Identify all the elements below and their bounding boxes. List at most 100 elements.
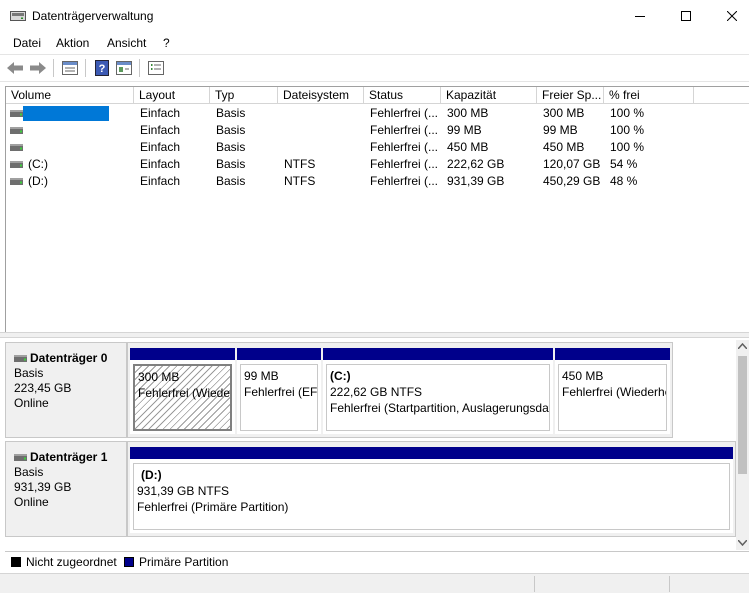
cell-kapazitaet: 99 MB xyxy=(447,123,482,137)
pane-splitter[interactable] xyxy=(0,332,749,338)
cell-layout: Einfach xyxy=(140,123,181,137)
back-button[interactable] xyxy=(6,60,24,76)
partition-size: 931,39 GB NTFS xyxy=(137,484,230,498)
column-header-typ[interactable]: Typ xyxy=(210,87,278,104)
cell-freier-speicher: 450 MB xyxy=(543,140,585,154)
menu-datei[interactable]: Datei xyxy=(13,36,41,50)
back-arrow-icon xyxy=(7,62,23,74)
partition-size: 450 MB xyxy=(562,369,604,383)
toolbar-separator xyxy=(85,59,86,77)
table-row[interactable]: Einfach Basis Fehlerfrei (... 99 MB 99 M… xyxy=(6,122,746,139)
minimize-button[interactable] xyxy=(617,0,663,32)
column-header-empty xyxy=(694,87,749,104)
cell-layout: Einfach xyxy=(140,140,181,154)
partition-status: Fehlerfrei (Primäre Partition) xyxy=(137,500,289,514)
disk-1-state: Online xyxy=(14,495,49,509)
volume-table: Volume Layout Typ Dateisystem Status Kap… xyxy=(5,86,749,332)
list-view-icon xyxy=(62,61,78,75)
show-list-button[interactable] xyxy=(61,60,79,76)
cell-prozent-frei: 100 % xyxy=(610,106,645,120)
volume-icon xyxy=(10,110,23,117)
toolbar: ? xyxy=(0,54,749,82)
disk-0-size: 223,45 GB xyxy=(14,381,72,395)
disk-view-scrollbar[interactable] xyxy=(736,340,749,550)
properties-icon xyxy=(116,61,132,75)
partition-status: Fehlerfrei (Wiederherstellungspartition) xyxy=(138,386,232,400)
cell-layout: Einfach xyxy=(140,157,181,171)
partition-title: (C:) xyxy=(330,369,351,383)
close-button[interactable] xyxy=(709,0,749,32)
partition-info: 300 MB Fehlerfrei (Wiederherstellungspar… xyxy=(133,364,232,431)
partition-title: (D:) xyxy=(141,468,162,482)
cell-kapazitaet: 450 MB xyxy=(447,140,489,154)
partition-bar xyxy=(237,348,321,360)
help-button[interactable]: ? xyxy=(93,60,111,76)
selected-volume-highlight xyxy=(23,106,109,121)
table-row[interactable]: (C:) Einfach Basis NTFS Fehlerfrei (... … xyxy=(6,156,746,173)
menu-help[interactable]: ? xyxy=(163,36,170,50)
cell-status: Fehlerfrei (... xyxy=(370,123,439,137)
column-header-dateisystem[interactable]: Dateisystem xyxy=(278,87,364,104)
partition-c[interactable]: (C:) 222,62 GB NTFS Fehlerfrei (Startpar… xyxy=(323,348,553,434)
column-header-freier-speicher[interactable]: Freier Sp... xyxy=(537,87,604,104)
menu-bar: Datei Aktion Ansicht ? xyxy=(0,32,749,52)
table-row[interactable]: Einfach Basis Fehlerfrei (... 450 MB 450… xyxy=(6,139,746,156)
disk-management-icon xyxy=(10,11,26,21)
legend-swatch-primary xyxy=(124,557,134,567)
partition-recovery-1[interactable]: 300 MB Fehlerfrei (Wiederherstellungspar… xyxy=(130,348,235,434)
cell-kapazitaet: 931,39 GB xyxy=(447,174,505,188)
disk-icon xyxy=(14,454,27,461)
properties-button[interactable] xyxy=(115,60,133,76)
table-row[interactable]: (D:) Einfach Basis NTFS Fehlerfrei (... … xyxy=(6,173,746,190)
column-header-status[interactable]: Status xyxy=(364,87,441,104)
partition-recovery-2[interactable]: 450 MB Fehlerfrei (Wiederherstellungspar… xyxy=(555,348,670,434)
cell-freier-speicher: 450,29 GB xyxy=(543,174,601,188)
volume-icon xyxy=(10,127,23,134)
window-title: Datenträgerverwaltung xyxy=(32,9,154,23)
scroll-down-icon[interactable] xyxy=(738,540,747,546)
maximize-button[interactable] xyxy=(663,0,709,32)
disk-1-name: Datenträger 1 xyxy=(30,450,108,464)
close-icon xyxy=(727,11,737,21)
partition-info: (C:) 222,62 GB NTFS Fehlerfrei (Startpar… xyxy=(326,364,550,431)
scrollbar-thumb[interactable] xyxy=(738,356,747,474)
volume-icon xyxy=(10,178,23,185)
partition-efi[interactable]: 99 MB Fehlerfrei (EFI-Systempartition) xyxy=(237,348,321,434)
cell-freier-speicher: 99 MB xyxy=(543,123,578,137)
cell-freier-speicher: 300 MB xyxy=(543,106,585,120)
menu-aktion[interactable]: Aktion xyxy=(56,36,89,50)
disk-1-partitions: (D:) 931,39 GB NTFS Fehlerfrei (Primäre … xyxy=(127,441,736,537)
disk-1-size: 931,39 GB xyxy=(14,480,72,494)
partition-status: Fehlerfrei (Wiederherstellungspartition) xyxy=(562,385,666,399)
column-header-layout[interactable]: Layout xyxy=(134,87,210,104)
cell-typ: Basis xyxy=(216,174,246,188)
cell-status: Fehlerfrei (... xyxy=(370,174,439,188)
partition-d[interactable]: (D:) 931,39 GB NTFS Fehlerfrei (Primäre … xyxy=(130,447,733,533)
column-header-volume[interactable]: Volume xyxy=(6,87,134,104)
forward-button[interactable] xyxy=(29,60,47,76)
cell-status: Fehlerfrei (... xyxy=(370,140,439,154)
svg-text:?: ? xyxy=(99,63,106,75)
cell-typ: Basis xyxy=(216,123,246,137)
toolbar-separator xyxy=(53,59,54,77)
cell-prozent-frei: 100 % xyxy=(610,140,645,154)
disk-0-type: Basis xyxy=(14,366,44,380)
table-row[interactable]: Einfach Basis Fehlerfrei (... 300 MB 300… xyxy=(6,105,746,122)
cell-layout: Einfach xyxy=(140,106,181,120)
cell-status: Fehlerfrei (... xyxy=(370,157,439,171)
column-header-prozent-frei[interactable]: % frei xyxy=(604,87,694,104)
settings-button[interactable] xyxy=(147,60,165,76)
partition-bar xyxy=(130,447,733,459)
scroll-up-icon[interactable] xyxy=(738,343,747,349)
disk-1-label[interactable]: Datenträger 1 Basis 931,39 GB Online xyxy=(5,441,127,537)
column-header-kapazitaet[interactable]: Kapazität xyxy=(441,87,537,104)
legend-label-primary: Primäre Partition xyxy=(139,555,229,569)
disk-1-name-row: Datenträger 1 xyxy=(14,450,126,465)
disk-0-label[interactable]: Datenträger 0 Basis 223,45 GB Online xyxy=(5,342,127,438)
partition-status: Fehlerfrei (EFI-Systempartition) xyxy=(244,385,318,399)
maximize-icon xyxy=(681,11,691,21)
cell-typ: Basis xyxy=(216,106,246,120)
menu-ansicht[interactable]: Ansicht xyxy=(107,36,146,50)
status-bar xyxy=(0,573,749,593)
cell-volume: (C:) xyxy=(28,157,48,171)
